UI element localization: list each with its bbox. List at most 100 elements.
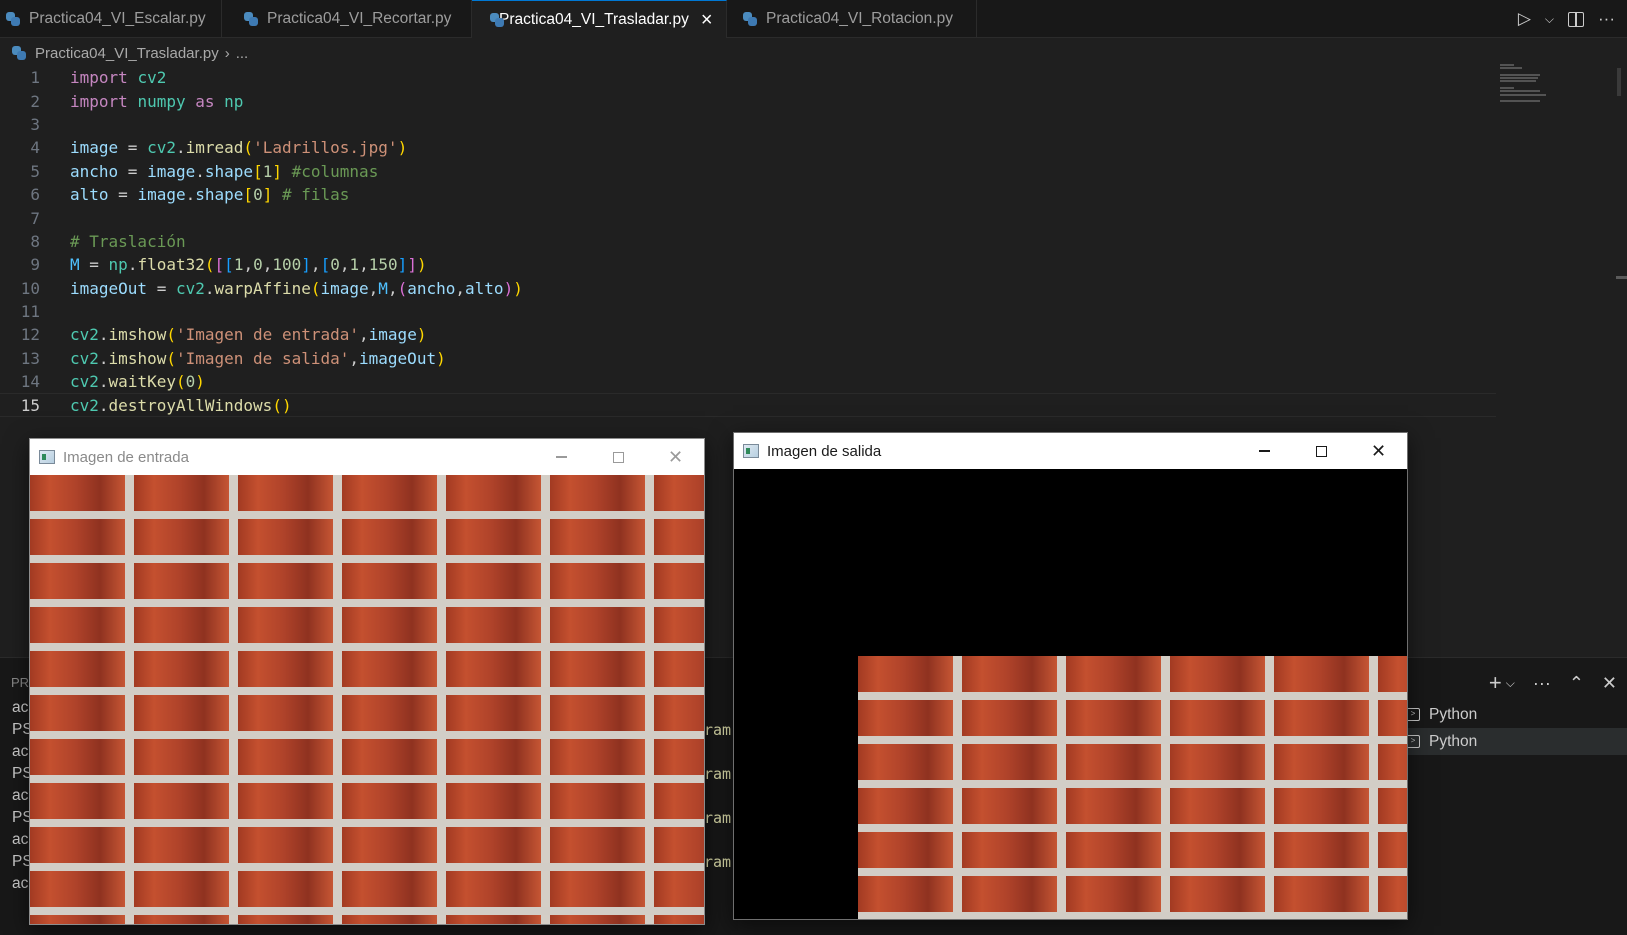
line-number: 8 — [30, 231, 40, 251]
python-file-icon — [6, 12, 20, 26]
code-line: 13 cv2.imshow('Imagen de salida',imageOut… — [0, 347, 1500, 370]
tab-trasladar[interactable]: Practica04_VI_Trasladar.py × — [472, 0, 727, 38]
code-text: M = np.float32([[1,0,100],[0,1,150]]) — [70, 255, 427, 275]
line-number: 11 — [20, 302, 40, 322]
line-number: 12 — [20, 325, 40, 345]
terminal-label: Python — [1429, 705, 1478, 723]
breadcrumb-more[interactable]: ... — [236, 45, 249, 62]
window-app-icon — [39, 450, 55, 464]
close-button[interactable]: ✕ — [647, 439, 704, 475]
code-line: 5 ancho = image.shape[1] #columnas — [0, 160, 1500, 183]
line-number: 4 — [30, 138, 40, 158]
breadcrumb-file[interactable]: Practica04_VI_Trasladar.py — [35, 45, 219, 62]
terminal-icon: > — [1406, 735, 1420, 748]
line-number: 15 — [20, 395, 40, 415]
panel-actions: + ⌵ ··· ⌃ ✕ — [1489, 670, 1617, 696]
code-text: import cv2 — [70, 68, 167, 88]
code-line: 9 M = np.float32([[1,0,100],[0,1,150]]) — [0, 253, 1500, 276]
code-line: 10 imageOut = cv2.warpAffine(image,M,(anc… — [0, 277, 1500, 300]
code-text: import numpy as np — [70, 91, 244, 111]
tab-label: Practica04_VI_Escalar.py — [29, 10, 206, 27]
code-line-current: 15 cv2.destroyAllWindows() — [0, 393, 1496, 417]
window-controls: ✕ — [1236, 433, 1407, 469]
plus-icon[interactable]: + — [1489, 670, 1502, 696]
code-text: imageOut = cv2.warpAffine(image,M,(ancho… — [70, 278, 523, 298]
tab-label: Practica04_VI_Rotacion.py — [766, 10, 953, 27]
code-line: 14 cv2.waitKey(0) — [0, 370, 1500, 393]
minimize-icon — [1259, 450, 1270, 452]
close-icon: ✕ — [667, 446, 684, 467]
minimize-button[interactable] — [1236, 433, 1293, 469]
line-number: 3 — [30, 114, 40, 134]
python-file-icon — [12, 46, 26, 60]
python-file-icon — [743, 12, 757, 26]
code-line: 7 — [0, 206, 1500, 229]
code-text: image = cv2.imread('Ladrillos.jpg') — [70, 138, 408, 158]
tab-rotacion[interactable]: Practica04_VI_Rotacion.py — [727, 0, 977, 38]
code-text: cv2.destroyAllWindows() — [70, 395, 292, 415]
line-number: 9 — [30, 255, 40, 275]
terminal-fragment: ram — [704, 853, 732, 871]
code-text: ancho = image.shape[1] #columnas — [70, 161, 379, 181]
window-titlebar[interactable]: Imagen de salida ✕ — [734, 433, 1407, 469]
run-icon[interactable]: ▷ — [1518, 9, 1531, 29]
input-image — [30, 475, 704, 924]
code-editor[interactable]: 1 import cv2 2 import numpy as np 3 4 image… — [0, 66, 1500, 417]
close-icon[interactable]: ✕ — [1602, 673, 1617, 694]
minimize-icon — [556, 456, 567, 458]
close-icon[interactable]: × — [701, 10, 713, 30]
ellipsis-icon[interactable]: ··· — [1533, 673, 1551, 694]
maximize-icon — [613, 451, 624, 463]
terminal-line: ac — [12, 831, 29, 848]
window-titlebar[interactable]: Imagen de entrada ✕ — [30, 439, 704, 475]
terminal-fragment: ram — [704, 765, 732, 783]
split-editor-icon[interactable] — [1568, 11, 1585, 27]
line-number: 6 — [30, 185, 40, 205]
code-line: 2 import numpy as np — [0, 89, 1500, 112]
line-number: 13 — [20, 348, 40, 368]
python-file-icon — [244, 12, 258, 26]
chevron-right-icon: › — [224, 44, 230, 62]
minimap[interactable] — [1500, 64, 1560, 104]
code-text: alto = image.shape[0] # filas — [70, 185, 350, 205]
translated-image-content — [858, 656, 1407, 919]
code-line: 1 import cv2 — [0, 66, 1500, 89]
maximize-button[interactable] — [1293, 433, 1350, 469]
terminal-label: Python — [1429, 732, 1478, 750]
code-text: # Traslación — [70, 231, 186, 251]
breadcrumb: Practica04_VI_Trasladar.py › ... — [12, 42, 248, 64]
chevron-up-icon[interactable]: ⌃ — [1569, 673, 1584, 694]
window-title: Imagen de entrada — [63, 448, 189, 466]
terminal-line: ac — [12, 875, 29, 892]
terminal-line: ac — [12, 699, 29, 716]
maximize-button[interactable] — [590, 439, 647, 475]
code-text: cv2.imshow('Imagen de salida',imageOut) — [70, 348, 446, 368]
code-line: 11 — [0, 300, 1500, 323]
line-number: 10 — [20, 278, 40, 298]
line-number: 2 — [30, 91, 40, 111]
terminal-line: ac — [12, 743, 29, 760]
code-line: 12 cv2.imshow('Imagen de entrada',image) — [0, 323, 1500, 346]
terminal-list-item-selected[interactable]: > Python — [1400, 728, 1627, 755]
scrollbar[interactable] — [1617, 68, 1621, 96]
tab-escalar[interactable]: Practica04_VI_Escalar.py — [0, 0, 222, 38]
minimize-button[interactable] — [533, 439, 590, 475]
panel-title[interactable]: PR — [11, 675, 29, 690]
close-button[interactable]: ✕ — [1350, 433, 1407, 469]
ellipsis-icon[interactable]: ··· — [1598, 9, 1615, 29]
line-number: 7 — [30, 208, 40, 228]
chevron-down-icon[interactable]: ⌵ — [1506, 676, 1515, 691]
terminal-list-item[interactable]: > Python — [1400, 701, 1627, 728]
line-number: 14 — [20, 372, 40, 392]
editor-actions: ▷ ⌵ ··· — [1518, 0, 1627, 38]
terminal-line: ac — [12, 787, 29, 804]
input-image-window[interactable]: Imagen de entrada ✕ — [29, 438, 705, 925]
line-number: 5 — [30, 161, 40, 181]
window-controls: ✕ — [533, 439, 704, 475]
code-text: cv2.imshow('Imagen de entrada',image) — [70, 325, 427, 345]
code-line: 4 image = cv2.imread('Ladrillos.jpg') — [0, 136, 1500, 159]
tab-recortar[interactable]: Practica04_VI_Recortar.py — [222, 0, 472, 38]
chevron-down-icon[interactable]: ⌵ — [1545, 12, 1554, 27]
output-image-window[interactable]: Imagen de salida ✕ — [733, 432, 1408, 920]
code-text: cv2.waitKey(0) — [70, 372, 205, 392]
